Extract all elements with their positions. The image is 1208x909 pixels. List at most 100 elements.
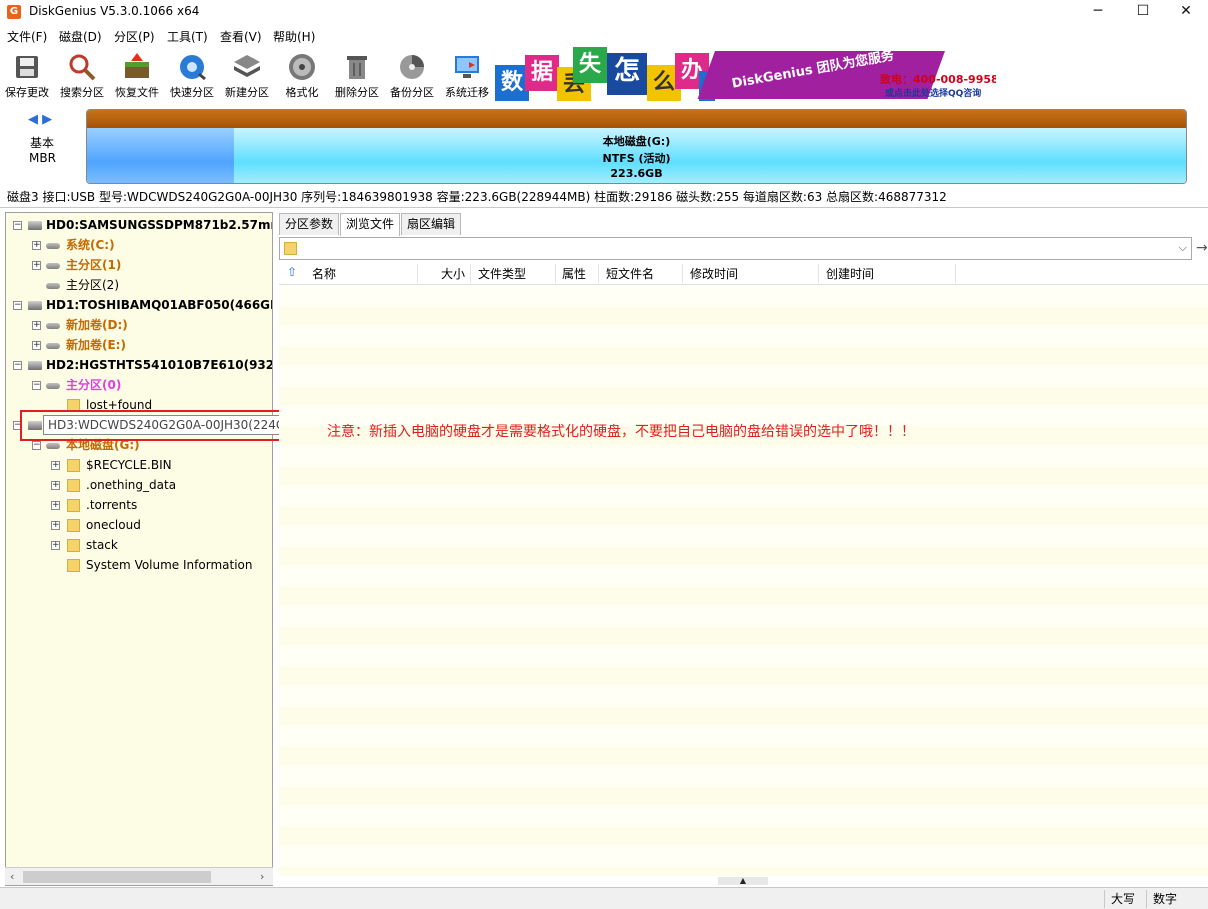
new-partition-button[interactable]: 新建分区 — [220, 50, 274, 100]
menu-partition[interactable]: 分区(P) — [114, 28, 155, 45]
tree-label: HD0:SAMSUNGSSDPM871b2.57mm2 — [46, 218, 273, 232]
hard-disk-icon — [28, 301, 42, 310]
tree-label: 新加卷(D:) — [66, 318, 128, 332]
title-bar: G DiskGenius V5.3.0.1066 x64 ─ ☐ ✕ — [0, 0, 1208, 24]
tree-horizontal-scrollbar[interactable]: ‹ › — [5, 867, 273, 885]
expand-icon[interactable]: + — [32, 261, 41, 270]
partition-icon — [46, 442, 60, 449]
quick-partition-icon — [180, 55, 206, 81]
save-changes-button[interactable]: 保存更改 — [0, 50, 54, 100]
system-migrate-button[interactable]: 系统迁移 — [440, 50, 494, 100]
expand-icon[interactable]: + — [32, 341, 41, 350]
tool-label: 搜索分区 — [60, 86, 104, 99]
recover-files-button[interactable]: 恢复文件 — [110, 50, 164, 100]
folder-icon — [67, 539, 80, 552]
banner-char: 失 — [573, 47, 607, 83]
banner-phone: 致电：400-008-9958 — [880, 73, 996, 86]
tool-label: 新建分区 — [225, 86, 269, 99]
tool-label: 格式化 — [285, 86, 319, 99]
minimize-button[interactable]: ─ — [1075, 0, 1121, 24]
expand-icon[interactable]: + — [32, 241, 41, 250]
status-caps-lock: 大写 — [1104, 890, 1146, 908]
expand-icon[interactable]: + — [51, 481, 60, 490]
collapse-icon[interactable]: − — [32, 441, 41, 450]
maximize-button[interactable]: ☐ — [1120, 0, 1166, 24]
partition-icon — [46, 262, 60, 269]
panel-splitter-handle[interactable]: ▲ — [718, 877, 768, 885]
banner-qq-link[interactable]: 或点击此处选择QQ咨询 — [885, 86, 981, 99]
column-divider — [818, 264, 819, 283]
col-name[interactable]: 名称 — [312, 265, 336, 282]
support-banner-ad[interactable]: 数 据 丢 失 怎 么 办 ! DiskGenius 团队为您服务 致电：400… — [495, 47, 996, 101]
parent-folder-icon[interactable]: ⇧ — [287, 265, 297, 279]
expand-icon[interactable]: + — [32, 321, 41, 330]
file-list-body[interactable] — [279, 286, 1208, 876]
chevron-down-icon[interactable]: ⌵ — [1179, 241, 1187, 255]
tool-label: 恢复文件 — [115, 86, 159, 99]
tab-sector-editor[interactable]: 扇区编辑 — [401, 213, 462, 235]
partition-icon — [46, 322, 60, 329]
backup-partition-button[interactable]: 备份分区 — [385, 50, 439, 100]
column-divider — [955, 264, 956, 283]
scrollbar-thumb[interactable] — [23, 871, 211, 883]
banner-char: 数 — [495, 65, 529, 101]
folder-icon — [67, 559, 80, 572]
disk-nav-arrows-icon[interactable]: ◀ ▶ — [28, 112, 52, 127]
col-file-type[interactable]: 文件类型 — [478, 265, 526, 282]
expand-icon[interactable]: + — [51, 501, 60, 510]
tab-partition-params[interactable]: 分区参数 — [279, 213, 340, 235]
tool-label: 保存更改 — [5, 86, 49, 99]
col-created-time[interactable]: 创建时间 — [826, 265, 874, 282]
tree-label: stack — [86, 538, 118, 552]
expand-icon[interactable]: + — [51, 541, 60, 550]
menu-tools[interactable]: 工具(T) — [167, 28, 208, 45]
col-size[interactable]: 大小 — [441, 265, 465, 282]
col-attributes[interactable]: 属性 — [562, 265, 586, 282]
quick-partition-button[interactable]: 快速分区 — [165, 50, 219, 100]
tree-label: 主分区(0) — [66, 378, 122, 392]
go-arrow-icon[interactable]: → — [1196, 240, 1208, 256]
path-input[interactable]: ⌵ — [279, 237, 1192, 260]
menu-file[interactable]: 文件(F) — [7, 28, 47, 45]
collapse-icon[interactable]: − — [13, 361, 22, 370]
window-title: DiskGenius V5.3.0.1066 x64 — [29, 4, 200, 18]
delete-partition-button[interactable]: 删除分区 — [330, 50, 384, 100]
tree-label: System Volume Information — [86, 558, 253, 572]
col-modified-time[interactable]: 修改时间 — [690, 265, 738, 282]
col-short-name[interactable]: 短文件名 — [606, 265, 654, 282]
new-partition-icon — [234, 55, 260, 77]
tab-browse-files[interactable]: 浏览文件 — [340, 213, 401, 236]
menu-view[interactable]: 查看(V) — [220, 28, 262, 45]
disk-info-line: 磁盘3 接口:USB 型号:WDCWDS240G2G0A-00JH30 序列号:… — [7, 190, 947, 204]
expand-icon[interactable]: + — [51, 521, 60, 530]
scroll-left-icon[interactable]: ‹ — [10, 868, 14, 886]
collapse-icon[interactable]: − — [13, 301, 22, 310]
file-list-header: ⇧ 名称 大小 文件类型 属性 短文件名 修改时间 创建时间 — [279, 262, 1208, 285]
tree-label: onecloud — [86, 518, 141, 532]
search-partition-button[interactable]: 搜索分区 — [55, 50, 109, 100]
tool-label: 删除分区 — [335, 86, 379, 99]
column-divider — [555, 264, 556, 283]
expand-icon[interactable]: + — [51, 461, 60, 470]
menu-help[interactable]: 帮助(H) — [273, 28, 315, 45]
folder-icon — [67, 459, 80, 472]
tree-label: 主分区(1) — [66, 258, 122, 272]
menu-disk[interactable]: 磁盘(D) — [59, 28, 102, 45]
tree-label: HD1:TOSHIBAMQ01ABF050(466GB) — [46, 298, 273, 312]
banner-contact-area: DiskGenius 团队为您服务 致电：400-008-9958 或点击此处选… — [697, 47, 996, 101]
scroll-right-icon[interactable]: › — [260, 868, 264, 886]
tree-label: 系统(C:) — [66, 238, 115, 252]
collapse-icon[interactable]: − — [13, 221, 22, 230]
hard-disk-icon — [28, 361, 42, 370]
column-divider — [598, 264, 599, 283]
close-button[interactable]: ✕ — [1163, 0, 1208, 24]
banner-char: 据 — [525, 55, 559, 91]
search-icon — [69, 54, 96, 81]
format-button[interactable]: 格式化 — [275, 50, 329, 100]
partition-map-bar[interactable]: 本地磁盘(G:) NTFS (活动) 223.6GB — [86, 109, 1187, 184]
divider — [0, 207, 1208, 208]
annotation-highlight-box — [20, 410, 301, 441]
collapse-icon[interactable]: − — [32, 381, 41, 390]
tree-label: .onething_data — [86, 478, 177, 492]
app-logo-icon: G — [7, 5, 21, 19]
